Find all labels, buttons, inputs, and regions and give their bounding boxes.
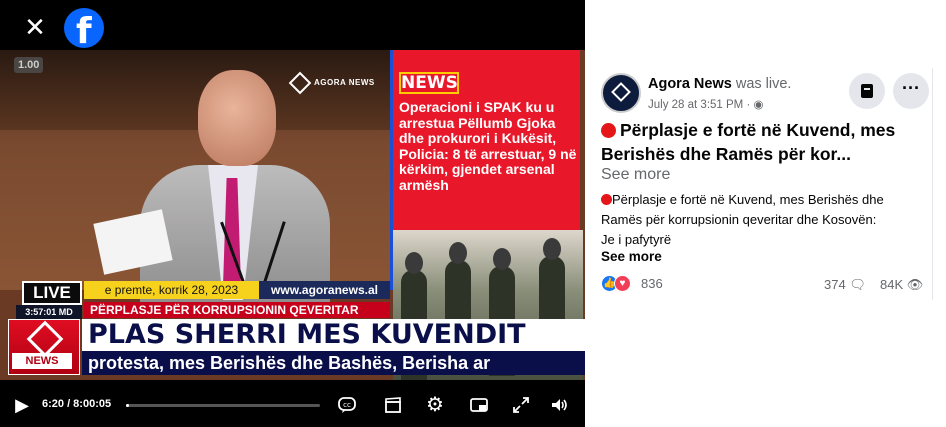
post-body-line: Përplasje e fortë në Kuvend, mes Berishë…: [601, 190, 936, 210]
views-stat: 84K 👁: [880, 277, 923, 293]
close-icon[interactable]: ✕: [22, 14, 48, 40]
settings-gear-icon[interactable]: ⚙: [424, 395, 446, 415]
speaker-head: [198, 70, 276, 166]
fullscreen-icon[interactable]: [510, 395, 532, 419]
bookmark-icon: [861, 84, 873, 98]
video-frame[interactable]: 1.00 AGORA NEWS NEWS Operacioni i SPAK k…: [0, 50, 585, 380]
post-title: Përplasje e fortë në Kuvend, mes Berishë…: [601, 120, 896, 164]
more-dots-icon: ···: [902, 78, 920, 98]
comments-count: 374: [824, 277, 846, 292]
save-bookmark-button[interactable]: [849, 73, 885, 109]
agora-watermark: AGORA NEWS: [288, 71, 375, 95]
post-sidebar: Agora News was live. July 28 at 3:51 PM …: [585, 0, 946, 427]
speaker-figure: [80, 60, 330, 305]
facebook-logo-icon[interactable]: f: [64, 8, 104, 52]
time-display: 6:20 / 8:00:05: [42, 398, 112, 410]
views-count: 84K: [880, 277, 904, 292]
was-live-label: was live.: [735, 76, 792, 92]
news-tag: NEWS: [399, 72, 459, 94]
police-head: [543, 238, 561, 260]
play-icon[interactable]: ▶: [12, 395, 32, 415]
progress-bar[interactable]: [126, 404, 320, 407]
globe-icon: ◉: [753, 99, 764, 111]
eye-icon: 👁: [906, 277, 924, 292]
svg-text:cc: cc: [343, 401, 351, 409]
post-author-name[interactable]: Agora News: [648, 76, 732, 92]
live-badge: LIVE: [22, 281, 82, 305]
captions-icon[interactable]: cc: [336, 395, 358, 419]
video-player: ✕ f 1.00 AGORA NEWS NEWS Operacioni i SP…: [0, 0, 585, 427]
volume-icon[interactable]: [548, 395, 570, 419]
facebook-logo-letter: f: [76, 11, 92, 52]
post-body: Përplasje e fortë në Kuvend, mes Berishë…: [601, 190, 936, 250]
clock-strip: 3:57:01 MD: [16, 305, 82, 319]
news-panel-text: Operacioni i SPAK ku u arrestua Pëllumb …: [399, 99, 577, 193]
agora-diamond-icon: [288, 71, 312, 95]
picture-in-picture-icon[interactable]: [468, 395, 490, 419]
reactions-count: 836: [641, 276, 663, 291]
comments-stat[interactable]: 374 🗨: [824, 277, 866, 293]
red-circle-icon: [601, 194, 612, 205]
see-more-title-link[interactable]: See more: [601, 166, 670, 184]
logo-news-label: NEWS: [12, 353, 72, 369]
player-controls: ▶ 6:20 / 8:00:05 cc ⚙: [0, 380, 585, 427]
post-body-line: Je i pafytyrë: [601, 232, 672, 247]
see-more-body-link[interactable]: See more: [601, 249, 662, 264]
more-options-button[interactable]: ···: [893, 73, 929, 109]
news-side-panel: NEWS Operacioni i SPAK ku u arrestua Pël…: [390, 50, 583, 380]
headline-strip: PLAS SHERRI MES KUVENDIT: [82, 319, 585, 351]
progress-fill: [126, 404, 129, 407]
clapperboard-icon[interactable]: [382, 395, 404, 419]
agora-diamond-icon: [26, 320, 64, 358]
player-top-bar: ✕ f: [0, 0, 585, 52]
date-strip: e premte, korrik 28, 2023: [84, 281, 259, 299]
red-circle-icon: [601, 123, 616, 138]
lower-third: LIVE e premte, korrik 28, 2023 www.agora…: [0, 275, 585, 380]
post-body-line: Ramës për korrupsionin qeveritar dhe Kos…: [601, 212, 877, 227]
post-date[interactable]: July 28 at 3:51 PM ·: [648, 99, 753, 111]
facebook-post: Agora News was live. July 28 at 3:51 PM …: [598, 68, 933, 300]
playback-speed-badge[interactable]: 1.00: [14, 57, 44, 73]
ticker-strip: protesta, mes Berishës dhe Bashës, Beris…: [82, 351, 585, 375]
comment-icon: 🗨: [849, 277, 866, 292]
page-avatar[interactable]: [601, 73, 641, 113]
love-reaction-icon: ♥: [614, 275, 631, 292]
agora-diamond-icon: [611, 82, 631, 102]
website-strip: www.agoranews.al: [259, 281, 390, 299]
post-timestamp[interactable]: July 28 at 3:51 PM · ◉: [648, 97, 764, 111]
police-head: [493, 248, 511, 270]
police-head: [405, 252, 423, 274]
topic-strip: PËRPLASJE PËR KORRUPSIONIN QEVERITAR: [84, 302, 390, 318]
post-author-line: Agora News was live.: [648, 76, 791, 92]
police-head: [449, 242, 467, 264]
